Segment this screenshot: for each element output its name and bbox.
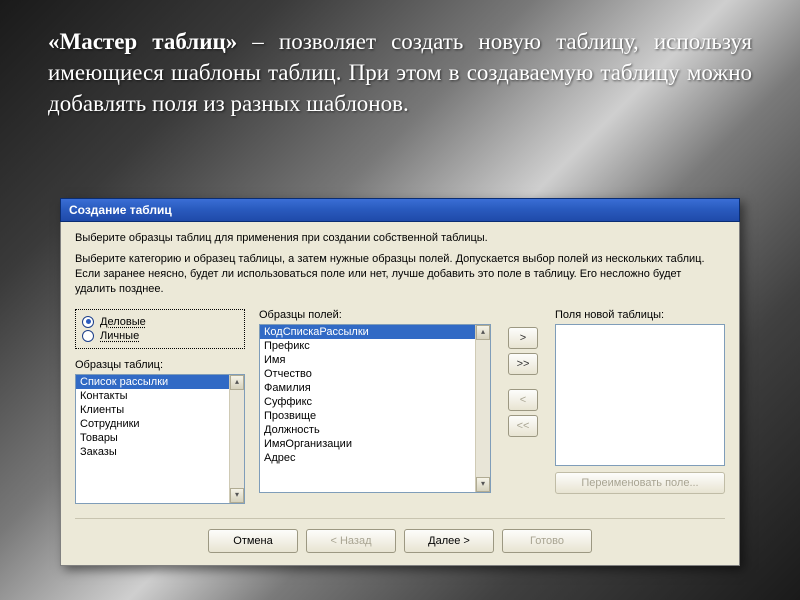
scroll-up-icon[interactable]: ▴	[230, 375, 244, 390]
scroll-down-icon[interactable]: ▾	[476, 477, 490, 492]
wizard-footer: Отмена < Назад Далее > Готово	[75, 518, 725, 553]
sample-fields-listbox[interactable]: КодСпискаРассылкиПрефиксИмяОтчествоФамил…	[259, 324, 491, 493]
list-item[interactable]: Фамилия	[260, 381, 490, 395]
middle-column: Образцы полей: КодСпискаРассылкиПрефиксИ…	[259, 309, 491, 504]
list-item[interactable]: Имя	[260, 353, 490, 367]
heading-bold: «Мастер таблиц»	[48, 29, 237, 54]
radio-personal[interactable]: Личные	[82, 330, 238, 342]
list-item[interactable]: Сотрудники	[76, 417, 244, 431]
finish-button[interactable]: Готово	[502, 529, 592, 553]
next-button[interactable]: Далее >	[404, 529, 494, 553]
list-item[interactable]: Клиенты	[76, 403, 244, 417]
list-item[interactable]: Прозвище	[260, 409, 490, 423]
add-field-button[interactable]: >	[508, 327, 538, 349]
scroll-down-icon[interactable]: ▾	[230, 488, 244, 503]
scrollbar[interactable]: ▴ ▾	[229, 375, 244, 503]
list-item[interactable]: КодСпискаРассылки	[260, 325, 490, 339]
list-item[interactable]: Суффикс	[260, 395, 490, 409]
list-item[interactable]: Товары	[76, 431, 244, 445]
sample-tables-items: Список рассылкиКонтактыКлиентыСотрудники…	[76, 375, 244, 459]
dialog-window: Создание таблиц Выберите образцы таблиц …	[60, 198, 740, 566]
sample-tables-label: Образцы таблиц:	[75, 359, 245, 371]
sample-fields-label: Образцы полей:	[259, 309, 491, 321]
slide-heading: «Мастер таблиц» – позволяет создать нову…	[48, 26, 752, 119]
sample-fields-items: КодСпискаРассылкиПрефиксИмяОтчествоФамил…	[260, 325, 490, 465]
list-item[interactable]: Адрес	[260, 451, 490, 465]
category-radio-group: Деловые Личные	[75, 309, 245, 349]
radio-business-label: Деловые	[100, 316, 146, 328]
scroll-up-icon[interactable]: ▴	[476, 325, 490, 340]
intro-text-1: Выберите образцы таблиц для применения п…	[75, 232, 725, 244]
list-item[interactable]: Префикс	[260, 339, 490, 353]
list-item[interactable]: Контакты	[76, 389, 244, 403]
intro-text-2: Выберите категорию и образец таблицы, а …	[75, 252, 725, 297]
list-item[interactable]: Заказы	[76, 445, 244, 459]
back-button[interactable]: < Назад	[306, 529, 396, 553]
rename-field-button[interactable]: Переименовать поле...	[555, 472, 725, 494]
remove-field-button[interactable]: <	[508, 389, 538, 411]
list-item[interactable]: Должность	[260, 423, 490, 437]
radio-icon	[82, 316, 94, 328]
dialog-body: Выберите образцы таблиц для применения п…	[60, 222, 740, 566]
add-all-fields-button[interactable]: >>	[508, 353, 538, 375]
radio-icon	[82, 330, 94, 342]
dialog-titlebar[interactable]: Создание таблиц	[60, 198, 740, 222]
list-item[interactable]: ИмяОрганизации	[260, 437, 490, 451]
left-column: Деловые Личные Образцы таблиц: Список ра…	[75, 309, 245, 504]
new-fields-label: Поля новой таблицы:	[555, 309, 725, 321]
radio-personal-label: Личные	[100, 330, 139, 342]
sample-tables-listbox[interactable]: Список рассылкиКонтактыКлиентыСотрудники…	[75, 374, 245, 504]
right-column: Поля новой таблицы: Переименовать поле..…	[555, 309, 725, 504]
slide: «Мастер таблиц» – позволяет создать нову…	[0, 0, 800, 600]
scrollbar[interactable]: ▴ ▾	[475, 325, 490, 492]
remove-all-fields-button[interactable]: <<	[508, 415, 538, 437]
list-item[interactable]: Отчество	[260, 367, 490, 381]
cancel-button[interactable]: Отмена	[208, 529, 298, 553]
radio-business[interactable]: Деловые	[82, 316, 238, 328]
dialog-title: Создание таблиц	[69, 203, 172, 217]
list-item[interactable]: Список рассылки	[76, 375, 244, 389]
new-fields-listbox[interactable]	[555, 324, 725, 466]
move-buttons-column: > >> < <<	[505, 309, 541, 504]
